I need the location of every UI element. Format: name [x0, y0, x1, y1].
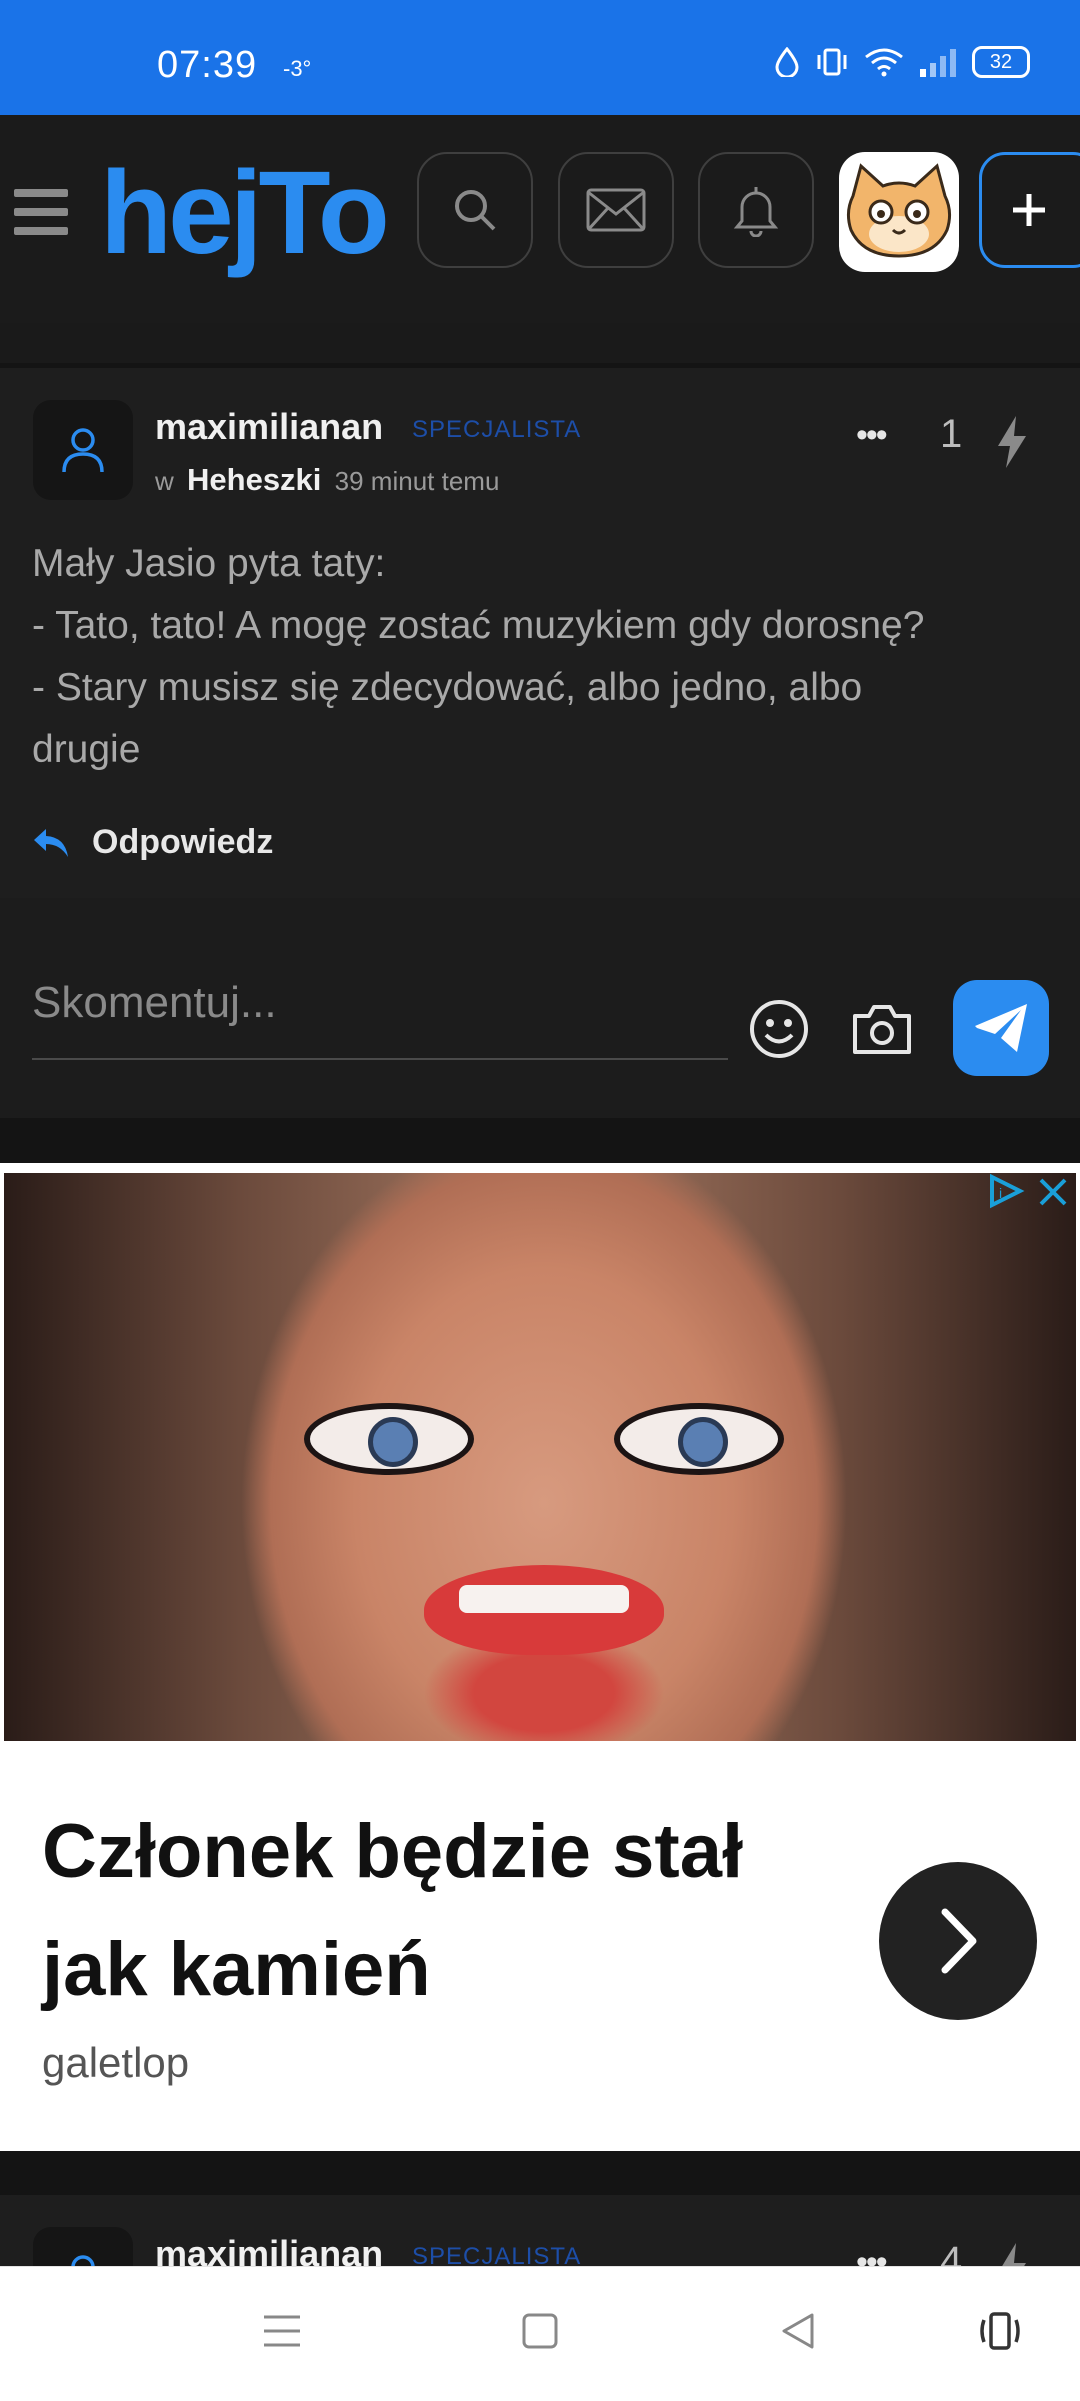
- user-icon: [71, 2255, 95, 2266]
- vibrate-icon: [817, 48, 847, 76]
- ad-headline-line: Członek będzie stał: [42, 1809, 744, 1894]
- author-rank-badge: SPECJALISTA: [412, 2243, 582, 2266]
- post-body: Mały Jasio pyta taty: - Tato, tato! A mo…: [32, 533, 1052, 781]
- signal-icon: [920, 49, 956, 77]
- menu-nav-button[interactable]: [262, 2311, 302, 2356]
- reply-label: Odpowiedz: [92, 823, 274, 861]
- bell-icon: [733, 187, 779, 237]
- more-options-button[interactable]: •••: [856, 2243, 888, 2266]
- system-navigation-bar: [0, 2266, 1080, 2401]
- user-icon: [62, 428, 104, 473]
- ad-headline-line: jak kamień: [42, 1927, 431, 2012]
- hamburger-menu-icon[interactable]: [14, 187, 68, 242]
- author-name[interactable]: maximilianan: [155, 406, 383, 448]
- back-nav-button[interactable]: [778, 2311, 818, 2356]
- ad-image[interactable]: [4, 1173, 1076, 1741]
- advertisement[interactable]: i Członek będzie stał jak kamień galetlo…: [0, 1163, 1080, 2151]
- send-comment-button[interactable]: [953, 980, 1049, 1076]
- ad-headline[interactable]: Członek będzie stał jak kamień: [42, 1793, 842, 2029]
- status-temperature: -3°: [283, 56, 312, 81]
- search-icon: [455, 190, 496, 231]
- water-drop-icon: [775, 47, 799, 77]
- ad-image-eye-left: [304, 1403, 474, 1475]
- vote-count: 4: [940, 2239, 963, 2266]
- feed-divider: [0, 323, 1080, 363]
- author-avatar[interactable]: [33, 400, 133, 500]
- post-card: maximilianan SPECJALISTA w Heheszki 39 m…: [0, 368, 1080, 1118]
- post-body-line: drugie: [32, 728, 141, 771]
- more-options-button[interactable]: •••: [856, 416, 888, 455]
- author-rank-badge: SPECJALISTA: [412, 416, 582, 443]
- lightning-icon: [998, 416, 1026, 468]
- reply-button[interactable]: Odpowiedz: [32, 823, 273, 862]
- plus-icon: [1013, 194, 1045, 226]
- author-name[interactable]: maximilianan: [155, 2233, 383, 2266]
- vote-count: 1: [940, 412, 963, 456]
- smiley-icon: [750, 1000, 808, 1058]
- svg-text:i: i: [999, 1185, 1002, 1201]
- post-time: 39 minut temu: [334, 466, 500, 496]
- post-body-line: Mały Jasio pyta taty:: [32, 542, 386, 585]
- author-avatar[interactable]: [33, 2227, 133, 2266]
- app-header: hejTo: [0, 115, 1080, 323]
- camera-icon: [853, 1005, 911, 1054]
- post-body-line: - Tato, tato! A mogę zostać muzykiem gdy…: [32, 604, 925, 647]
- hejto-logo[interactable]: hejTo: [100, 154, 390, 272]
- triangle-back-icon: [782, 2313, 814, 2349]
- notifications-button[interactable]: [698, 152, 814, 268]
- home-nav-button[interactable]: [520, 2311, 560, 2356]
- ad-go-button[interactable]: [879, 1862, 1037, 2020]
- user-avatar[interactable]: [839, 152, 959, 272]
- status-time: 07:39: [157, 44, 258, 86]
- ad-close-icon[interactable]: [1036, 1175, 1070, 1214]
- ad-advertiser: galetlop: [42, 2039, 190, 2086]
- lightning-icon: [1002, 2243, 1026, 2266]
- ad-image-teeth: [459, 1585, 629, 1613]
- envelope-icon: [586, 188, 646, 232]
- community-link[interactable]: Heheszki: [187, 462, 321, 497]
- status-bar: 07:39 -3° 32: [0, 0, 1080, 115]
- post-meta: w Heheszki 39 minut temu: [155, 462, 499, 498]
- ad-image-eye-right: [614, 1403, 784, 1475]
- upvote-lightning-button[interactable]: [992, 2241, 1032, 2266]
- emoji-button[interactable]: [748, 998, 810, 1065]
- chevron-right-icon: [941, 1908, 977, 1974]
- post-body-line: - Stary musisz się zdecydować, albo jedn…: [32, 666, 863, 709]
- search-button[interactable]: [417, 152, 533, 268]
- messages-button[interactable]: [558, 152, 674, 268]
- vibrate-phone-icon: [980, 2312, 1020, 2350]
- square-icon: [522, 2313, 558, 2349]
- paper-plane-icon: [975, 1004, 1027, 1052]
- wifi-icon: [865, 48, 903, 77]
- battery-indicator: 32: [972, 46, 1030, 78]
- add-post-button[interactable]: [979, 152, 1080, 268]
- adchoices-icon[interactable]: i: [986, 1173, 1026, 1214]
- cat-avatar-icon: [846, 163, 952, 258]
- menu-lines-icon: [264, 2315, 300, 2347]
- comment-input[interactable]: Skomentuj...: [32, 978, 728, 1060]
- in-prefix: w: [155, 466, 174, 496]
- accessibility-nav-button[interactable]: [976, 2311, 1024, 2356]
- status-icons: 32: [774, 46, 1030, 78]
- next-post-card: maximilianan SPECJALISTA ••• 4: [0, 2195, 1080, 2266]
- feed-divider-2: [0, 2151, 1080, 2195]
- camera-button[interactable]: [851, 1002, 913, 1061]
- reply-arrow-icon: [34, 828, 68, 857]
- upvote-lightning-button[interactable]: [992, 414, 1032, 475]
